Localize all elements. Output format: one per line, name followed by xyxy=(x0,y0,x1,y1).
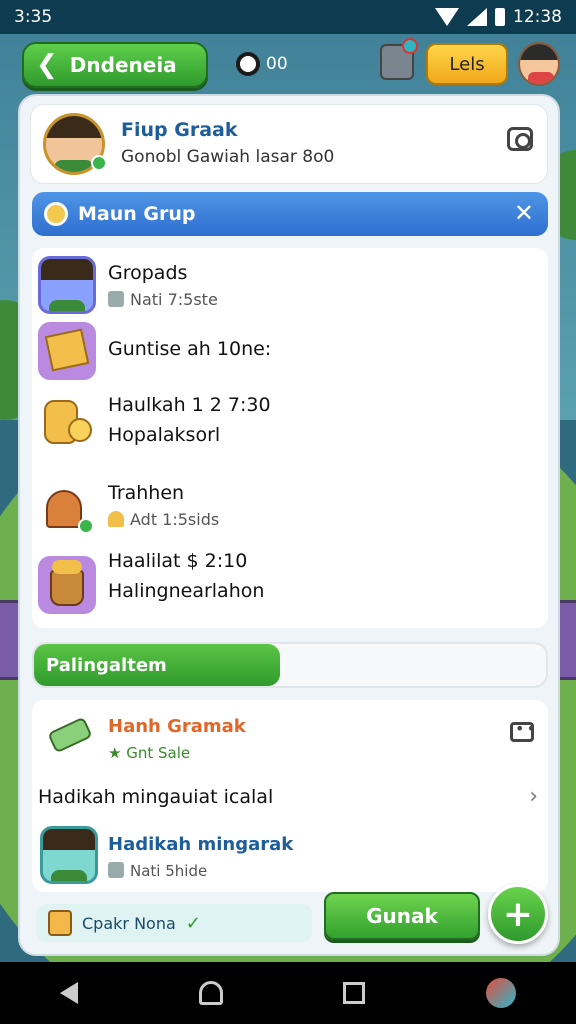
profile-card[interactable]: Fiup Graak Gonobl Gawiah lasar 8o0 xyxy=(30,104,548,184)
top-header: ❮ Dndeneia 00 Lels xyxy=(0,34,576,96)
coin-icon xyxy=(236,52,260,76)
friend-avatar[interactable] xyxy=(40,826,98,884)
send-button[interactable]: Gunak xyxy=(324,892,480,940)
labs-button-label: Lels xyxy=(449,53,485,75)
list-item-subtitle: Nati 7:5ste xyxy=(108,290,218,309)
list-item[interactable]: Trahhen Adt 1:5sids xyxy=(32,476,548,546)
star-icon: ★ xyxy=(108,744,122,762)
signal-icon xyxy=(467,8,487,26)
list-item[interactable]: Gropads Nati 7:5ste xyxy=(32,254,548,318)
list-item-title: Trahhen xyxy=(108,482,185,504)
online-badge-icon xyxy=(91,155,107,171)
coin-bag-icon xyxy=(38,394,96,452)
friend-name: Hadikah mingarak xyxy=(108,834,294,855)
member-avatar xyxy=(38,256,96,314)
chevron-left-icon: ❮ xyxy=(36,50,58,80)
back-button-label: Dndeneia xyxy=(69,53,177,77)
bell-icon xyxy=(108,511,124,527)
nav-home-icon[interactable] xyxy=(198,981,223,1005)
more-options-icon[interactable] xyxy=(510,719,538,742)
main-panel: Fiup Graak Gonobl Gawiah lasar 8o0 Maun … xyxy=(18,94,560,956)
app-shortcut-icon[interactable] xyxy=(485,978,516,1008)
hand-icon xyxy=(108,862,124,878)
user-avatar[interactable] xyxy=(518,42,560,86)
progress-bar: Palingaltem xyxy=(32,642,548,688)
status-clock: 12:38 xyxy=(513,7,562,27)
status-pill[interactable]: Cpakr Nona ✓ xyxy=(36,904,312,942)
list-item[interactable]: Haulkah 1 2 7:30 Hopalaksorl xyxy=(32,388,548,472)
status-icons: 12:38 xyxy=(435,7,562,27)
list-item[interactable]: Haalilat $ 2:10 Halingnearlahon xyxy=(32,548,548,624)
friend-name: Hanh Gramak xyxy=(108,716,246,737)
status-pill-text: Cpakr Nona xyxy=(82,913,176,933)
list-item-title: Gropads xyxy=(108,262,188,284)
online-badge-icon xyxy=(78,518,94,534)
friends-card: Hanh Gramak ★ Gnt Sale Hadikah mingauiat… xyxy=(32,700,548,892)
friend-status: ★ Gnt Sale xyxy=(108,744,191,762)
gift-button[interactable] xyxy=(380,38,418,80)
close-icon[interactable]: ✕ xyxy=(514,199,534,227)
group-bar[interactable]: Maun Grup ✕ xyxy=(32,192,548,236)
profile-subtitle: Gonobl Gawiah lasar 8o0 xyxy=(121,147,335,167)
mail-icon xyxy=(48,910,72,936)
profile-name: Fiup Graak xyxy=(121,119,238,141)
chevron-right-icon[interactable]: › xyxy=(529,784,538,809)
coin-counter[interactable]: 00 xyxy=(236,52,288,76)
friend-subtitle: Nati 5hide xyxy=(108,862,207,880)
status-bar: 3:35 12:38 xyxy=(0,0,576,34)
list-item-title: Guntise ah 10ne: xyxy=(108,338,272,360)
nav-back-icon[interactable] xyxy=(60,982,79,1004)
back-button[interactable]: ❮ Dndeneia xyxy=(22,42,208,88)
group-icon xyxy=(44,202,68,226)
camera-icon[interactable] xyxy=(507,127,533,151)
treasure-pot-icon xyxy=(38,556,96,614)
group-list: Gropads Nati 7:5ste Guntise ah 10ne: Hau… xyxy=(32,248,548,628)
coin-count: 00 xyxy=(266,54,288,74)
hand-icon xyxy=(108,291,124,307)
list-item-subtitle: Adt 1:5sids xyxy=(108,510,219,529)
box-icon xyxy=(38,322,96,380)
battery-icon xyxy=(495,8,505,26)
hammer-icon[interactable] xyxy=(38,710,96,768)
status-time: 3:35 xyxy=(14,7,53,27)
list-item-subtitle: Halingnearlahon xyxy=(108,580,265,602)
check-icon: ✓ xyxy=(185,912,201,934)
menu-row[interactable]: Hadikah mingauiat icalal xyxy=(38,786,273,808)
nav-recent-apps-icon[interactable] xyxy=(343,982,366,1004)
group-bar-title: Maun Grup xyxy=(78,203,196,225)
list-item-title: Haulkah 1 2 7:30 xyxy=(108,394,271,416)
wifi-icon xyxy=(435,8,459,26)
navigation-bar xyxy=(0,962,576,1024)
send-button-label: Gunak xyxy=(366,904,438,928)
list-item-subtitle: Hopalaksorl xyxy=(108,424,221,446)
add-button[interactable]: + xyxy=(488,884,548,944)
labs-button[interactable]: Lels xyxy=(426,43,508,85)
list-item-title: Haalilat $ 2:10 xyxy=(108,550,248,572)
list-item[interactable]: Guntise ah 10ne: xyxy=(32,320,548,384)
plus-icon: + xyxy=(502,893,534,935)
progress-label: Palingaltem xyxy=(46,655,167,676)
